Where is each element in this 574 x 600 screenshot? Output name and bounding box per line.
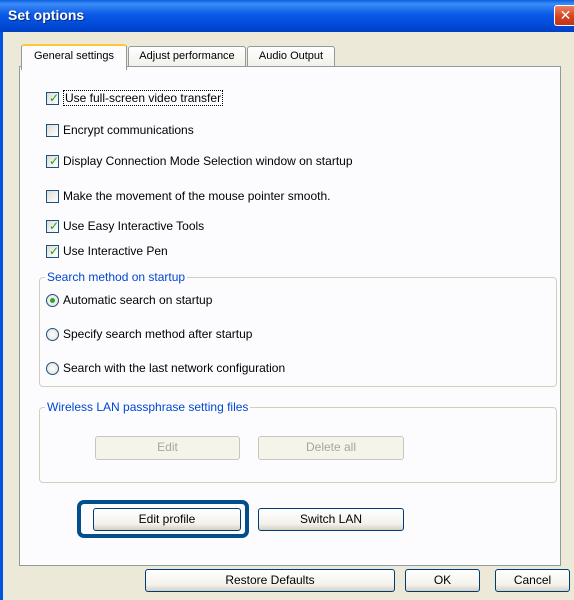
radio-label: Specify search method after startup — [63, 327, 253, 341]
wireless-edit-button[interactable]: Edit — [95, 436, 240, 460]
checkbox-label: Encrypt communications — [63, 123, 194, 137]
checkbox-label: Use Interactive Pen — [63, 244, 168, 258]
wireless-lan-group-title: Wireless LAN passphrase setting files — [45, 400, 251, 414]
tab-label: Audio Output — [258, 50, 324, 62]
check-icon: ✓ — [49, 243, 60, 258]
radio-button[interactable] — [46, 327, 59, 341]
tab-audio-output[interactable]: Audio Output — [247, 46, 335, 68]
checkbox-box[interactable]: ✓ — [46, 153, 60, 168]
tab-label: General settings — [33, 50, 115, 62]
check-icon: ✓ — [49, 90, 60, 105]
interactive-pen-checkbox[interactable]: ✓ Use Interactive Pen — [46, 242, 168, 260]
checkbox-label: Use full-screen video transfer — [63, 90, 224, 106]
tab-general-settings[interactable]: General settings — [21, 44, 127, 70]
checkbox-label: Use Easy Interactive Tools — [63, 219, 205, 233]
encrypt-communications-checkbox[interactable]: Encrypt communications — [46, 121, 194, 139]
button-label: Cancel — [513, 573, 552, 587]
display-connection-mode-checkbox[interactable]: ✓ Display Connection Mode Selection wind… — [46, 152, 353, 170]
full-screen-video-checkbox[interactable]: ✓ Use full-screen video transfer — [46, 89, 224, 107]
checkbox-box[interactable] — [46, 123, 59, 137]
smooth-mouse-pointer-checkbox[interactable]: Make the movement of the mouse pointer s… — [46, 187, 330, 205]
switch-lan-button[interactable]: Switch LAN — [258, 508, 404, 531]
button-label: Delete all — [305, 440, 357, 454]
close-icon: ✕ — [559, 7, 572, 23]
checkbox-box[interactable]: ✓ — [46, 90, 60, 105]
tab-adjust-performance[interactable]: Adjust performance — [128, 46, 246, 68]
restore-defaults-button[interactable]: Restore Defaults — [145, 569, 395, 592]
button-label: Restore Defaults — [225, 573, 315, 587]
title-bar[interactable]: Set options ✕ — [0, 0, 574, 32]
checkbox-label: Make the movement of the mouse pointer s… — [63, 189, 331, 203]
checkbox-box[interactable]: ✓ — [46, 243, 60, 258]
radio-dot-icon — [50, 297, 55, 303]
radio-automatic-search[interactable]: Automatic search on startup — [46, 291, 212, 309]
cancel-button[interactable]: Cancel — [495, 569, 570, 592]
button-label: Switch LAN — [299, 512, 363, 526]
edit-profile-highlight — [77, 500, 249, 538]
wireless-delete-all-button[interactable]: Delete all — [258, 436, 404, 460]
check-icon: ✓ — [49, 153, 60, 168]
radio-last-network-configuration[interactable]: Search with the last network configurati… — [46, 359, 285, 377]
close-button[interactable]: ✕ — [554, 5, 574, 26]
window-title: Set options — [8, 7, 85, 23]
set-options-dialog: Set options ✕ General settings Adjust pe… — [0, 0, 574, 600]
radio-button[interactable] — [46, 293, 59, 307]
checkbox-label: Display Connection Mode Selection window… — [63, 154, 353, 168]
button-label: OK — [433, 573, 452, 587]
button-label: Edit — [157, 440, 178, 454]
radio-label: Automatic search on startup — [63, 293, 213, 307]
search-method-group-title: Search method on startup — [45, 270, 188, 284]
checkbox-box[interactable] — [46, 189, 59, 203]
radio-button[interactable] — [46, 361, 59, 375]
ok-button[interactable]: OK — [405, 569, 480, 592]
checkbox-box[interactable]: ✓ — [46, 218, 60, 233]
tab-label: Adjust performance — [139, 50, 235, 62]
check-icon: ✓ — [49, 218, 60, 233]
radio-specify-search-method[interactable]: Specify search method after startup — [46, 325, 252, 343]
radio-label: Search with the last network configurati… — [63, 361, 286, 375]
easy-interactive-tools-checkbox[interactable]: ✓ Use Easy Interactive Tools — [46, 217, 204, 235]
